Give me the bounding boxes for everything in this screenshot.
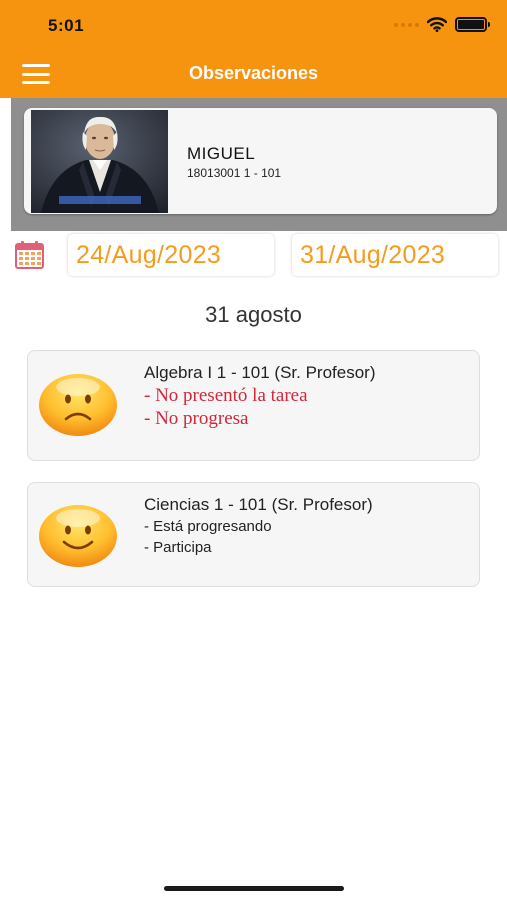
calendar-icon[interactable]	[15, 241, 44, 269]
status-time: 5:01	[48, 16, 85, 35]
start-date-field[interactable]: 24/Aug/2023	[68, 234, 274, 276]
day-heading: 31 agosto	[205, 302, 302, 327]
wifi-icon	[427, 17, 447, 32]
observation-card-algebra[interactable]: Algebra I 1 - 101 (Sr. Profesor) - No pr…	[27, 350, 480, 461]
app-header: 5:01 Observaciones	[0, 0, 507, 98]
observation-note: - No progresa	[144, 408, 249, 429]
battery-level	[458, 20, 484, 29]
student-photo	[31, 110, 168, 213]
student-name: MIGUEL	[187, 144, 256, 163]
observation-note: - Participa	[144, 539, 212, 556]
observation-title: Ciencias 1 - 101 (Sr. Profesor)	[144, 495, 373, 514]
end-date-field[interactable]: 31/Aug/2023	[292, 234, 498, 276]
observation-card-ciencias[interactable]: Ciencias 1 - 101 (Sr. Profesor) - Está p…	[27, 482, 480, 587]
sad-face-icon	[38, 371, 118, 437]
student-id-group: 18013001 1 - 101	[187, 166, 282, 180]
profile-band: MIGUEL 18013001 1 - 101	[11, 98, 507, 231]
home-indicator[interactable]	[164, 886, 344, 891]
observation-note: - Está progresando	[144, 518, 272, 535]
observation-note: - No presentó la tarea	[144, 385, 308, 406]
student-profile-card[interactable]: MIGUEL 18013001 1 - 101	[24, 108, 497, 214]
battery-icon	[455, 17, 490, 32]
cellular-signal-icon	[394, 22, 419, 27]
observation-title: Algebra I 1 - 101 (Sr. Profesor)	[144, 363, 376, 382]
happy-face-icon	[38, 502, 118, 568]
status-icons	[394, 17, 490, 32]
page-title: Observaciones	[188, 63, 319, 83]
